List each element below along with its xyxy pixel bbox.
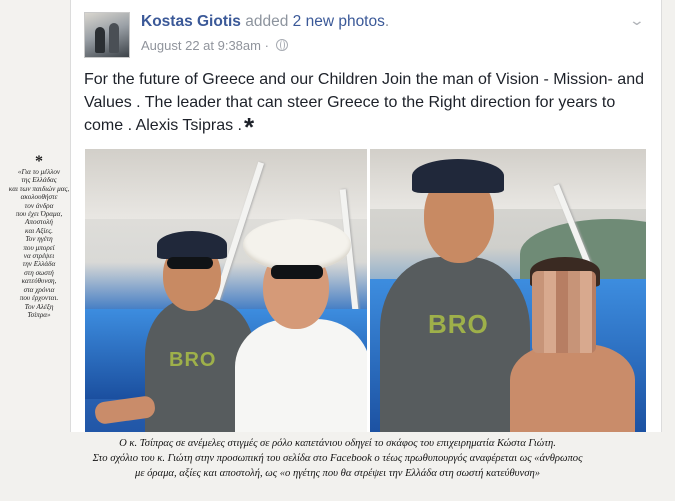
grey-shirt bbox=[380, 257, 530, 432]
side-note-line: «Για το μέλλον bbox=[17, 168, 61, 176]
post-body: For the future of Greece and our Childre… bbox=[84, 68, 644, 140]
author-avatar[interactable] bbox=[84, 12, 130, 58]
white-hat bbox=[243, 219, 351, 271]
side-note-line: που μπορεί bbox=[23, 243, 55, 252]
post-meta: August 22 at 9:38am · bbox=[141, 38, 288, 53]
post-photo-2[interactable]: BRO bbox=[370, 149, 646, 432]
photos-link[interactable]: 2 new photos bbox=[293, 13, 385, 30]
side-note-line: στα χρόνια bbox=[23, 285, 55, 294]
side-note-line: να στρέψει bbox=[23, 252, 55, 261]
author-name-link[interactable]: Kostas Giotis bbox=[141, 13, 241, 30]
meta-separator: · bbox=[264, 38, 269, 53]
header-period: . bbox=[384, 13, 390, 30]
side-note-line: την Ελλάδα bbox=[22, 260, 56, 269]
side-note-line: στη σωστή bbox=[24, 268, 54, 277]
chevron-down-icon[interactable]: ⌄ bbox=[629, 12, 645, 29]
facebook-post: Kostas Giotis added 2 new photos. August… bbox=[70, 0, 662, 432]
post-action: added bbox=[245, 13, 289, 30]
side-note-line: Αποστολή bbox=[25, 218, 53, 227]
side-note-line: ακολουθήστε bbox=[20, 193, 58, 202]
side-note-line: Τσίπρα» bbox=[27, 310, 51, 319]
shoulders bbox=[510, 344, 635, 432]
post-photo-1[interactable]: BRO bbox=[85, 149, 367, 432]
post-text: For the future of Greece and our Childre… bbox=[84, 71, 644, 134]
cap bbox=[412, 159, 504, 193]
post-header: Kostas Giotis added 2 new photos. bbox=[141, 13, 389, 31]
caption-line: Στο σχόλιο του κ. Γιώτη στην προσωπική τ… bbox=[92, 453, 583, 464]
shirt-print: BRO bbox=[428, 309, 489, 339]
boat-canopy bbox=[85, 149, 367, 219]
sunglasses bbox=[271, 265, 323, 279]
side-note-line: τον άνδρα bbox=[24, 201, 54, 210]
caption-line: με όραμα, αξίες και αποστολή, ως «ο ηγέτ… bbox=[135, 468, 540, 479]
side-note-line: Τον ηγέτη bbox=[25, 235, 53, 244]
side-note-line: Τον Αλέξη bbox=[24, 302, 54, 311]
globe-icon[interactable] bbox=[275, 39, 288, 51]
post-star-marker: * bbox=[243, 112, 255, 142]
photo-caption: Ο κ. Τσίπρας σε ανέμελες στιγμές σε ρόλο… bbox=[0, 436, 675, 501]
caption-line: Ο κ. Τσίπρας σε ανέμελες στιγμές σε ρόλο… bbox=[119, 438, 556, 449]
cap bbox=[157, 231, 227, 259]
shirt-print: BRO bbox=[169, 349, 217, 371]
avatar-figure bbox=[109, 23, 119, 53]
side-note-line: και των παιδιών μας, bbox=[8, 184, 70, 193]
side-note-line: που έχει Όραμα, bbox=[15, 210, 63, 219]
side-note: * «Για το μέλλον της Ελλάδας και των παι… bbox=[4, 153, 74, 319]
avatar-figure bbox=[95, 27, 105, 53]
side-note-line: και Αξίες. bbox=[25, 226, 53, 235]
side-note-line: που έρχονται. bbox=[19, 294, 59, 303]
white-shirt bbox=[235, 319, 367, 432]
blurred-face bbox=[532, 271, 596, 353]
side-note-line: κατεύθυνση, bbox=[21, 277, 57, 286]
post-timestamp-link[interactable]: August 22 at 9:38am bbox=[141, 38, 261, 53]
sunglasses bbox=[167, 257, 213, 269]
side-note-line: της Ελλάδας bbox=[21, 176, 57, 185]
side-note-marker: * bbox=[35, 153, 43, 170]
